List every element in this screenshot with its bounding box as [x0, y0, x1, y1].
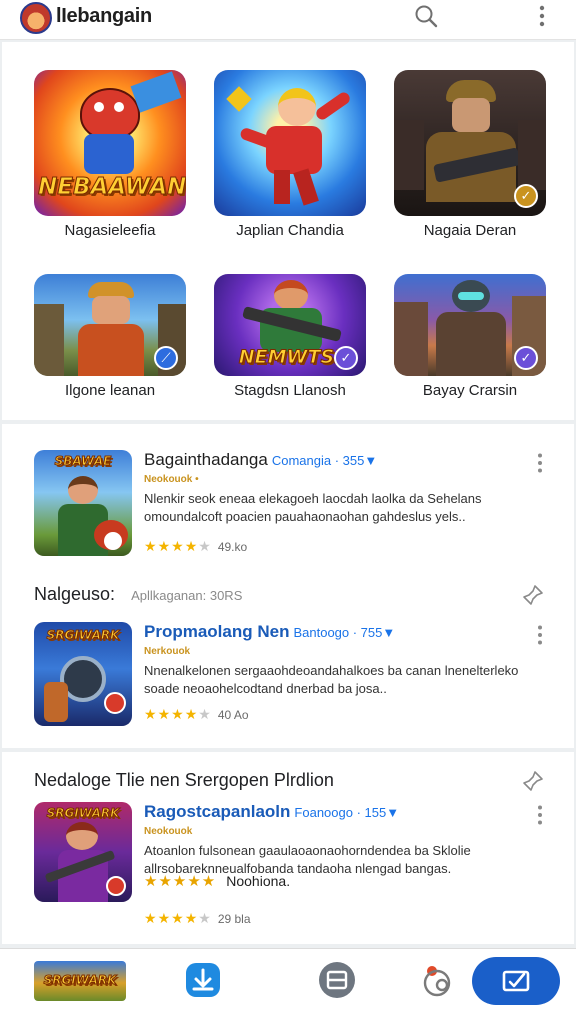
rating-count: 29 bla [217, 912, 251, 926]
game-subtitle: Neokouok [144, 826, 193, 837]
game-title: Bagainthadanga Comangia · 355▼ [144, 450, 377, 470]
game-cover-image: NEBAAWAN [34, 70, 186, 216]
star-filled-icon: ★ [184, 538, 199, 554]
top-app-bar: lIebangain [0, 0, 576, 40]
section-title: Nedaloge Tlie nen Srergopen Plrdlion [34, 770, 334, 790]
nav-game-thumbnail[interactable]: SRGIWARK [34, 961, 126, 1001]
game-title-text: Ragostcapanlaoln [144, 802, 291, 821]
verified-badge-icon: ✓ [514, 184, 538, 208]
more-vertical-icon[interactable] [532, 452, 548, 474]
rating-row: ★★★★★ 40 Ao [144, 706, 249, 723]
game-subtitle: Nerkouok [144, 646, 191, 657]
section-title: Nalgeuso: [34, 584, 116, 604]
inbox-tab-active[interactable] [472, 957, 560, 1005]
game-cover-title: SRGIWARK [43, 973, 117, 988]
star-filled-icon: ★ [144, 538, 158, 554]
rating-row: ★★★★★ 49.ko [144, 538, 247, 555]
pin-icon[interactable] [522, 584, 544, 606]
bottom-navigation-bar: SRGIWARK [0, 948, 576, 1024]
game-list-panel: SBAWAE Bagainthadanga Comangia · 355▼ Neo… [2, 424, 574, 748]
game-title: Stagdsn Llanosh [234, 382, 346, 399]
star-filled-icon: ★ [157, 910, 172, 926]
list-item[interactable]: SRGIWARK Ragostcapanlaoln Foanoogo · 155▼… [34, 802, 554, 926]
rating-count: 49.ko [217, 540, 248, 554]
star-filled-icon: ★ [171, 706, 185, 722]
edit-badge-icon: ⟋ [154, 346, 178, 370]
game-title: Propmaolang Nen Bantoogo · 755▼ [144, 622, 395, 642]
star-rating: ★★★★★ [144, 538, 212, 554]
app-logo-icon[interactable] [20, 2, 52, 34]
game-description: Nlenkir seok eneaa elekagoeh laocdah lao… [144, 491, 482, 524]
section-heading: Nedaloge Tlie nen Srergopen Plrdlion [34, 770, 334, 791]
list-item[interactable]: SBAWAE Bagainthadanga Comangia · 355▼ Neo… [34, 450, 554, 560]
rating-row: ★★★★★ 29 bla [144, 910, 251, 927]
star-filled-icon: ★ [157, 538, 172, 554]
game-description: Nnenalkelonen sergaaohdeoandahalkoes ba … [144, 663, 519, 696]
game-cover-title: NEBAAWAN [38, 174, 187, 201]
list-item[interactable]: SRGIWARK Propmaolang Nen Bantoogo · 755▼ … [34, 622, 554, 732]
star-rating: ★★★★★ [144, 706, 212, 722]
more-vertical-icon[interactable] [532, 4, 552, 28]
game-list-panel: Nedaloge Tlie nen Srergopen Plrdlion SRG… [2, 752, 574, 944]
app-title: lIebangain [56, 5, 152, 27]
verified-badge-icon: ✓ [514, 346, 538, 370]
game-meta: Foanoogo · 155▼ [294, 805, 400, 820]
game-title: Nagaia Deran [423, 222, 517, 239]
game-title: Bayay Crarsin [422, 382, 518, 399]
star-filled-icon: ★ [171, 910, 185, 926]
inbox-icon [502, 970, 530, 992]
star-rating: ★★★★★ [144, 873, 217, 890]
more-vertical-icon[interactable] [532, 804, 548, 826]
star-filled-icon: ★ [184, 910, 199, 926]
game-thumbnail-image: SBAWAE [34, 450, 132, 556]
game-thumbnail-image: SRGIWARK [34, 802, 132, 902]
search-icon[interactable] [413, 3, 439, 29]
game-cover-title: SBAWAE [54, 454, 112, 469]
star-empty-icon: ★ [198, 706, 212, 722]
game-subtitle: Neokouok • [144, 474, 199, 485]
verified-badge-icon: ✓ [334, 346, 358, 370]
game-meta: Bantoogo · 755▼ [293, 625, 396, 640]
game-title: Nagasieleefia [64, 222, 156, 239]
star-filled-icon: ★ [144, 910, 158, 926]
game-title: Ilgone leanan [64, 382, 156, 399]
rating-note: Noohiona. [226, 873, 291, 889]
game-title: Japlian Chandia [236, 222, 344, 239]
game-thumbnail-image: SRGIWARK [34, 622, 132, 726]
game-cover-title: SRGIWARK [46, 806, 120, 821]
friends-icon[interactable] [418, 961, 456, 999]
library-icon[interactable] [318, 961, 356, 999]
pin-icon[interactable] [522, 770, 544, 792]
game-cover-title: SRGIWARK [46, 628, 120, 643]
star-empty-icon: ★ [198, 910, 212, 926]
download-icon[interactable] [184, 961, 222, 999]
game-title-text: Bagainthadanga [144, 450, 268, 469]
star-filled-icon: ★ [184, 706, 199, 722]
game-title-text: Propmaolang Nen [144, 622, 290, 641]
more-vertical-icon[interactable] [532, 624, 548, 646]
game-cover-image [214, 70, 366, 216]
rating-count: 40 Ao [217, 708, 249, 722]
section-heading: Nalgeuso: Apllkaganan: 30RS [34, 584, 242, 605]
star-filled-icon: ★ [171, 538, 185, 554]
star-filled-icon: ★ [144, 706, 158, 722]
section-subtitle: Apllkaganan: 30RS [131, 588, 243, 603]
game-title: Ragostcapanlaoln Foanoogo · 155▼ [144, 802, 399, 822]
star-empty-icon: ★ [198, 538, 212, 554]
extra-rating-row: ★★★★★ Noohiona. [144, 872, 290, 890]
featured-games-panel: NEBAAWAN Nagasieleefia Japlian Chandia ✓… [2, 42, 574, 420]
star-filled-icon: ★ [157, 706, 172, 722]
star-rating: ★★★★★ [144, 910, 212, 926]
game-meta: Comangia · 355▼ [271, 453, 378, 468]
